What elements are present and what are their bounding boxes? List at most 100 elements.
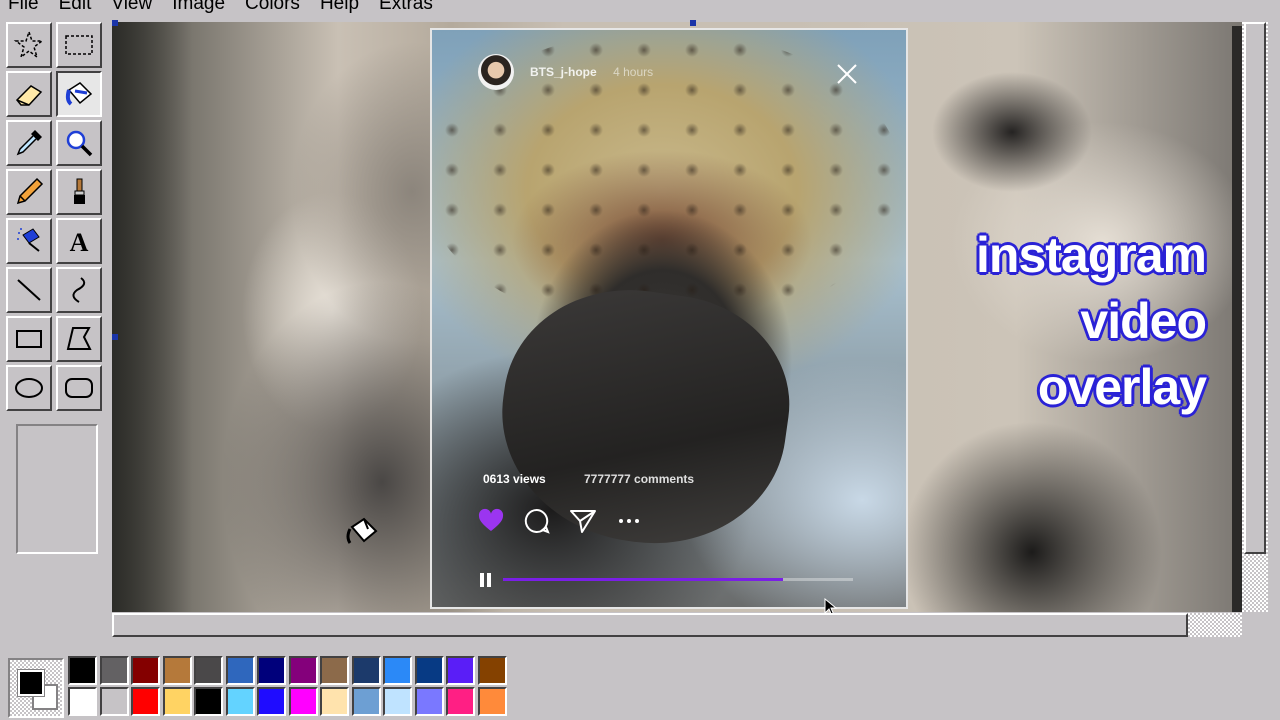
palette-color-swatch[interactable] [383, 656, 412, 685]
tool-polygon[interactable] [56, 316, 102, 362]
story-timestamp: 4 hours [613, 65, 654, 79]
tool-rectangle[interactable] [6, 316, 52, 362]
paint-bucket-cursor-icon [346, 517, 378, 544]
palette-color-swatch[interactable] [68, 656, 97, 685]
tool-free-form-select[interactable] [6, 22, 52, 68]
caption-line: instagram [976, 227, 1207, 283]
share-icon[interactable] [570, 508, 596, 534]
tool-text[interactable]: A [56, 218, 102, 264]
palette-color-swatch[interactable] [351, 656, 381, 685]
palette-color-swatch[interactable] [477, 656, 507, 685]
paint-window: File Edit View Image Colors Help Extras A BTS_… [0, 0, 1280, 720]
eraser-icon [15, 85, 43, 106]
polygon-icon [66, 327, 92, 350]
airbrush-icon [17, 228, 40, 252]
resize-handle-top[interactable] [690, 20, 696, 26]
caption-line: video [1080, 293, 1207, 349]
line-icon [17, 279, 41, 301]
palette-color-swatch[interactable] [194, 656, 223, 685]
palette-color-swatch[interactable] [162, 687, 192, 716]
palette-color-swatch[interactable] [383, 687, 412, 716]
palette-color-swatch[interactable] [288, 687, 318, 716]
current-colors[interactable] [8, 658, 64, 718]
palette-color-swatch[interactable] [131, 656, 160, 685]
palette-color-swatch[interactable] [131, 687, 160, 716]
instagram-story-overlay[interactable]: BTS_j-hope 4 hours 0613 views 7777777 co… [430, 28, 908, 609]
palette-color-swatch[interactable] [162, 656, 192, 685]
menu-view[interactable]: View [101, 0, 162, 16]
tool-eraser[interactable] [6, 71, 52, 117]
resize-handle-top-left[interactable] [112, 20, 118, 26]
foreground-color-swatch[interactable] [17, 669, 45, 697]
horizontal-scrollbar-thumb[interactable] [112, 613, 1188, 637]
resize-handle-left[interactable] [112, 334, 118, 340]
palette-color-swatch[interactable] [288, 656, 318, 685]
magnifier-icon [66, 130, 93, 157]
pause-icon[interactable] [480, 573, 492, 587]
palette-color-swatch[interactable] [194, 687, 223, 716]
menubar: File Edit View Image Colors Help Extras [0, 0, 1280, 16]
tool-magnifier[interactable] [56, 120, 102, 166]
tool-brush[interactable] [56, 169, 102, 215]
brush-icon [74, 178, 85, 204]
canvas-edge-shadow [1232, 26, 1242, 612]
palette-color-swatch[interactable] [99, 687, 129, 716]
palette-color-swatch[interactable] [225, 687, 255, 716]
tool-rect-select[interactable] [56, 22, 102, 68]
story-header: BTS_j-hope 4 hours [478, 54, 653, 90]
progress-bar[interactable] [503, 578, 853, 581]
menu-edit[interactable]: Edit [49, 0, 102, 16]
tool-rounded-rectangle[interactable] [56, 365, 102, 411]
text-icon: A [70, 228, 89, 257]
story-actions [478, 508, 642, 534]
tool-curve[interactable] [56, 267, 102, 313]
story-stats: 0613 views 7777777 comments [483, 472, 694, 486]
palette-color-swatch[interactable] [320, 656, 349, 685]
tool-pick-color[interactable] [6, 120, 52, 166]
star-select-icon [13, 29, 45, 59]
video-player-controls [480, 570, 860, 590]
menu-file[interactable]: File [0, 0, 49, 16]
palette-color-swatch[interactable] [446, 687, 475, 716]
menu-extras[interactable]: Extras [369, 0, 443, 16]
caption-line: overlay [1037, 359, 1207, 415]
palette-color-swatch[interactable] [414, 687, 444, 716]
rounded-rectangle-icon [65, 378, 93, 398]
palette-color-swatch[interactable] [414, 656, 444, 685]
palette-color-swatch[interactable] [225, 656, 255, 685]
toolbox: A [4, 20, 108, 560]
palette-color-swatch[interactable] [257, 656, 286, 685]
menu-image[interactable]: Image [162, 0, 235, 16]
avatar[interactable] [478, 54, 514, 90]
tool-ellipse[interactable] [6, 365, 52, 411]
tool-line[interactable] [6, 267, 52, 313]
svg-text:A: A [70, 228, 89, 257]
close-icon[interactable] [836, 63, 858, 85]
palette-color-swatch[interactable] [477, 687, 507, 716]
comment-icon[interactable] [524, 508, 550, 534]
palette-color-swatch[interactable] [99, 656, 129, 685]
views-count: 0613 views [483, 472, 546, 486]
heart-icon[interactable] [478, 508, 504, 534]
comments-count[interactable]: 7777777 comments [584, 472, 694, 486]
palette-color-swatch[interactable] [257, 687, 286, 716]
eyedropper-icon [16, 130, 42, 156]
tool-airbrush[interactable] [6, 218, 52, 264]
story-username[interactable]: BTS_j-hope [530, 65, 597, 79]
menu-colors[interactable]: Colors [235, 0, 310, 16]
pencil-icon [16, 177, 44, 205]
paint-bucket-icon [65, 82, 93, 106]
ellipse-icon [15, 378, 43, 398]
palette-color-swatch[interactable] [320, 687, 349, 716]
curve-icon [72, 277, 86, 303]
tool-options-panel[interactable] [16, 424, 98, 554]
palette-color-swatch[interactable] [351, 687, 381, 716]
more-options-icon[interactable] [616, 508, 642, 534]
rectangle-icon [16, 330, 42, 348]
tool-pencil[interactable] [6, 169, 52, 215]
vertical-scrollbar-thumb[interactable] [1244, 22, 1266, 554]
tool-fill[interactable] [56, 71, 102, 117]
palette-color-swatch[interactable] [68, 687, 97, 716]
palette-color-swatch[interactable] [446, 656, 475, 685]
menu-help[interactable]: Help [310, 0, 369, 16]
